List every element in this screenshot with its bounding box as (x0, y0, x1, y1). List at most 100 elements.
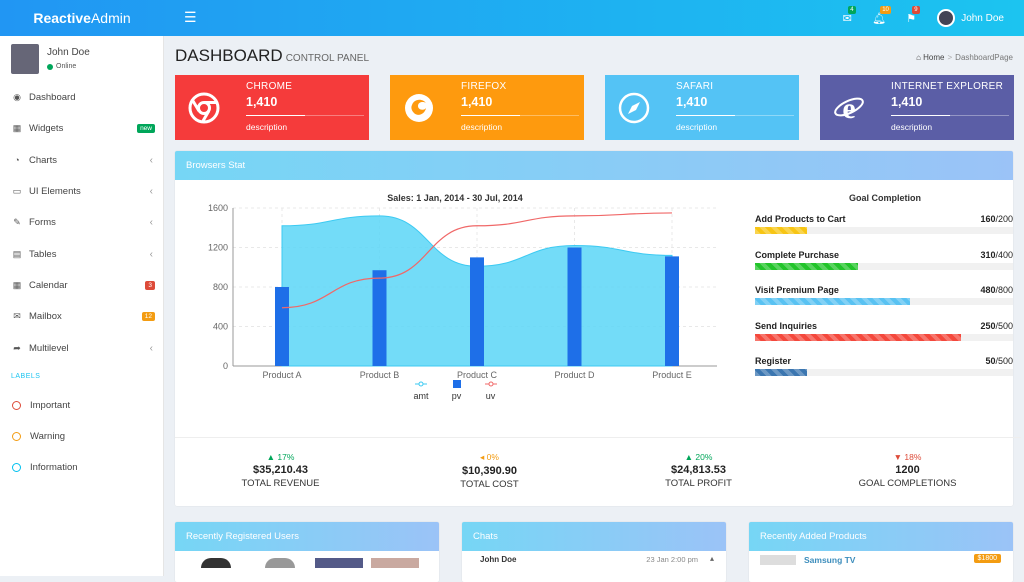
bar-pv[interactable] (567, 247, 582, 367)
avatar[interactable] (265, 558, 295, 568)
label-item-warning[interactable]: Warning (0, 421, 164, 452)
info-box-value: 1,410 (246, 95, 278, 109)
stat-amount: 1200 (895, 464, 920, 476)
pie-chart-icon: ◔ (14, 155, 20, 166)
table-icon: ▤ (12, 248, 22, 259)
chats-panel: Chats John Doe 23 Jan 2:00 pm ▴ (462, 522, 726, 582)
page-subtitle: CONTROL PANEL (285, 53, 370, 64)
stat-total-revenue: ▲ 17% $35,210.43 TOTAL REVENUE (175, 452, 386, 489)
sidebar-item-label: Mailbox (29, 311, 62, 323)
scroll-up-icon[interactable]: ▴ (710, 554, 714, 563)
breadcrumb-home[interactable]: Home (923, 53, 944, 62)
legend-item-uv[interactable]: uv (484, 380, 497, 401)
goal-progress-item: Complete Purchase 310/400 (755, 250, 1013, 270)
goal-label: Add Products to Cart (755, 214, 846, 224)
sidebar-item-tables[interactable]: ▤ Tables ‹ (0, 238, 164, 269)
edit-icon: ✎ (13, 217, 21, 228)
breadcrumb: ⌂ Home > DashboardPage (916, 53, 1013, 62)
top-navbar: ReactiveAdmin ☰ ✉ 4 🔔︎ 10 ⚑ 9 John Doe (0, 0, 1024, 36)
chevron-left-icon: ‹ (149, 154, 153, 166)
safari-icon (618, 92, 650, 124)
stat-percentage: ▼ 18% (893, 452, 922, 462)
sales-chart: 0 400 800 1200 1600 Product A Product B Product… (208, 203, 717, 380)
mail-icon[interactable]: ✉ 4 (831, 5, 863, 25)
label-text: Information (30, 462, 78, 474)
sidebar-item-label: Tables (29, 248, 57, 260)
goal-progress-item: Visit Premium Page 480/800 (755, 285, 1013, 305)
bar-pv[interactable] (275, 287, 289, 366)
bar-pv[interactable] (372, 270, 387, 366)
legend-item-pv[interactable]: pv (451, 380, 463, 401)
goal-value: 250/500 (980, 320, 1013, 331)
sidebar-menu: ◉ Dashboard ▦ Widgets new ◔ Charts ‹ ▭ UI Element… (0, 82, 164, 484)
sidebar-item-forms[interactable]: ✎ Forms ‹ (0, 207, 164, 238)
info-box-value: 1,410 (891, 95, 923, 109)
x-tick-label: Product D (554, 370, 595, 380)
legend-swatch (484, 381, 497, 387)
legend-label: pv (451, 391, 462, 401)
legend-item-amt[interactable]: amt (413, 380, 429, 401)
flag-badge: 9 (912, 5, 920, 14)
avatar[interactable] (201, 558, 231, 568)
info-box-name: FIREFOX (461, 81, 507, 92)
stat-amount: $10,390.90 (461, 465, 518, 477)
info-box-name: SAFARI (676, 81, 714, 92)
recent-products-panel: Recently Added Products Samsung TV $1800 (749, 522, 1013, 582)
svg-text:e: e (842, 92, 855, 124)
circle-icon (12, 463, 21, 473)
label-item-information[interactable]: Information (0, 452, 164, 483)
stat-percentage: ▲ 17% (266, 452, 295, 462)
goal-label: Complete Purchase (755, 249, 840, 260)
x-tick-label: Product C (457, 370, 498, 380)
sidebar-item-ui-elements[interactable]: ▭ UI Elements ‹ (0, 176, 164, 207)
info-box-safari[interactable]: SAFARI 1,410 description (605, 75, 799, 140)
recent-users-panel: Recently Registered Users (175, 522, 439, 582)
info-box-firefox[interactable]: FIREFOX 1,410 description (390, 75, 584, 140)
avatar[interactable] (315, 558, 363, 568)
sidebar-badge: 12 (141, 312, 155, 322)
brand-logo[interactable]: ReactiveAdmin (0, 0, 164, 36)
info-box-internet-explorer[interactable]: e INTERNET EXPLORER 1,410 description (820, 75, 1014, 140)
product-name[interactable]: Samsung TV (804, 555, 855, 565)
legend-swatch (452, 380, 461, 388)
sidebar-item-charts[interactable]: ◔ Charts ‹ (0, 145, 164, 176)
label-item-important[interactable]: Important (0, 390, 164, 421)
laptop-icon: ▭ (12, 186, 22, 197)
bell-icon[interactable]: 🔔︎ 10 (863, 5, 895, 25)
sidebar-item-widgets[interactable]: ▦ Widgets new (0, 113, 164, 144)
goal-value: 480/800 (980, 285, 1013, 295)
sidebar: John Doe Online ◉ Dashboard ▦ Widgets new ◔ Ch… (0, 36, 164, 576)
stat-total-cost: ◂ 0% $10,390.90 TOTAL COST (384, 452, 595, 490)
bar-pv[interactable] (665, 256, 679, 366)
goal-progress-item: Send Inquiries 250/500 (755, 321, 1013, 341)
flag-icon[interactable]: ⚑ 9 (895, 5, 927, 25)
sidebar-item-label: Calendar (29, 279, 68, 291)
avatar[interactable] (371, 558, 419, 568)
goal-label: Register (755, 356, 792, 366)
info-box-chrome[interactable]: CHROME 1,410 description (175, 75, 369, 140)
product-price-badge: $1800 (973, 554, 1001, 563)
goal-progress-item: Add Products to Cart 160/200 (755, 214, 1013, 234)
stat-amount: $35,210.43 (252, 464, 309, 476)
x-tick-label: Product A (262, 370, 301, 380)
sidebar-item-calendar[interactable]: ▦ Calendar 3 (0, 270, 164, 301)
bar-pv[interactable] (470, 257, 484, 366)
sidebar-item-label: UI Elements (29, 186, 81, 198)
circle-icon (12, 432, 21, 442)
progress-fill (755, 227, 807, 234)
sidebar-item-mailbox[interactable]: ✉ Mailbox 12 (0, 301, 164, 332)
goal-title: Goal Completion (849, 193, 921, 203)
y-tick-label: 400 (213, 322, 228, 332)
home-icon: ⌂ (916, 53, 921, 62)
stat-label: TOTAL COST (460, 479, 519, 490)
stats-row: ▲ 17% $35,210.43 TOTAL REVENUE ◂ 0% $10,390.… (175, 437, 1021, 507)
user-menu[interactable]: John Doe (937, 9, 1004, 27)
page-title: DASHBOARD CONTROL PANEL (175, 46, 370, 65)
sidebar-user-name: John Doe (47, 47, 90, 58)
sidebar-item-multilevel[interactable]: ➦ Multilevel ‹ (0, 332, 164, 363)
sidebar-item-dashboard[interactable]: ◉ Dashboard (0, 82, 164, 113)
stat-percentage: ◂ 0% (480, 452, 499, 462)
sidebar-badge: new (137, 124, 155, 134)
legend-label: uv (485, 391, 496, 401)
sidebar-toggle-icon[interactable]: ☰ (184, 9, 197, 26)
